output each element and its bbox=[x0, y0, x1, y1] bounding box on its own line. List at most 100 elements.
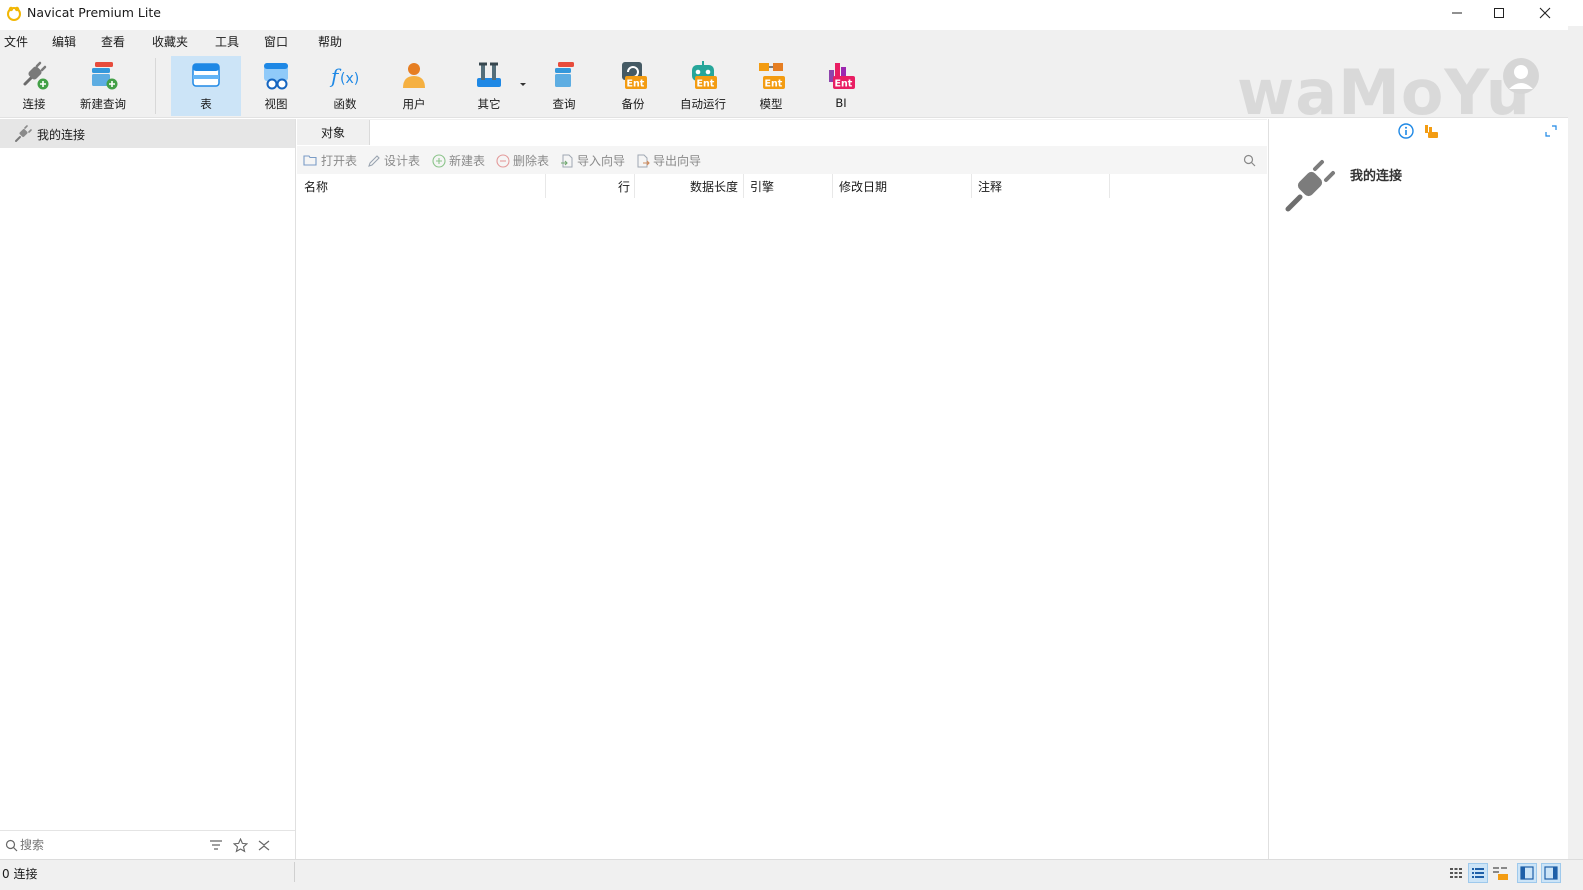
toggle-right-pane-button[interactable] bbox=[1541, 863, 1561, 883]
toolbar-view-button[interactable]: 视图 bbox=[249, 56, 303, 116]
toolbar-label: 备份 bbox=[621, 97, 645, 111]
status-bar: 0 连接 bbox=[0, 859, 1583, 890]
toolbar-user-button[interactable]: 用户 bbox=[387, 56, 441, 116]
right-pane-icon bbox=[1544, 866, 1558, 880]
tab-objects[interactable]: 对象 bbox=[297, 119, 369, 145]
toolbar-label: 函数 bbox=[333, 97, 357, 111]
open-table-label: 打开表 bbox=[321, 154, 358, 168]
new-table-label: 新建表 bbox=[449, 154, 486, 168]
minus-circle-icon bbox=[496, 153, 510, 168]
menu-favorites[interactable]: 收藏夹 bbox=[152, 33, 188, 50]
import-icon bbox=[561, 154, 573, 167]
toolbar-bi-button[interactable]: Ent BI bbox=[814, 56, 868, 116]
toolbar-table-button[interactable]: 表 bbox=[171, 56, 241, 116]
sidebar-search-bar bbox=[0, 830, 295, 859]
list-view-button[interactable] bbox=[1468, 863, 1488, 883]
tab-strip-empty bbox=[369, 120, 1267, 145]
info-panel: 我的连接 bbox=[1268, 119, 1568, 859]
plus-circle-icon bbox=[432, 153, 446, 168]
connection-plug-icon bbox=[1285, 160, 1335, 212]
column-divider bbox=[1109, 174, 1110, 198]
menu-help[interactable]: 帮助 bbox=[318, 33, 342, 50]
export-wizard-label: 导出向导 bbox=[653, 154, 702, 168]
star-icon[interactable] bbox=[233, 838, 248, 853]
column-divider bbox=[634, 174, 635, 198]
collapse-icon[interactable] bbox=[257, 839, 271, 851]
object-toolbar: 打开表 设计表 新建表 删除表 导入向导 导出向导 bbox=[297, 146, 1267, 174]
view-icon bbox=[264, 63, 288, 90]
toolbar-query-button[interactable]: 查询 bbox=[537, 56, 591, 116]
column-header-comment[interactable]: 注释 bbox=[978, 178, 1002, 195]
search-icon[interactable] bbox=[1243, 154, 1256, 167]
menu-tools[interactable]: 工具 bbox=[215, 33, 239, 50]
import-wizard-label: 导入向导 bbox=[577, 154, 626, 168]
right-edge-strip bbox=[1568, 26, 1583, 859]
object-pane: 对象 打开表 设计表 新建表 删除表 导入向导 导出向导 名称 行 数据长度 引… bbox=[297, 119, 1267, 859]
menu-view[interactable]: 查看 bbox=[101, 33, 125, 50]
toolbar-model-button[interactable]: Ent 模型 bbox=[744, 56, 798, 116]
menu-window[interactable]: 窗口 bbox=[264, 33, 288, 50]
dropdown-arrow-icon[interactable] bbox=[519, 82, 527, 87]
import-wizard-button[interactable]: 导入向导 bbox=[560, 152, 625, 169]
menu-edit[interactable]: 编辑 bbox=[52, 33, 76, 50]
account-avatar-icon[interactable] bbox=[1502, 57, 1540, 95]
main-toolbar: 连接 新建查询 表 视图 f (x) 函数 用户 其它 查询 Ent 备份 En… bbox=[0, 52, 1583, 129]
sidebar-item-label: 我的连接 bbox=[37, 128, 86, 142]
function-icon: f (x) bbox=[329, 64, 359, 88]
minimize-button[interactable] bbox=[1434, 0, 1480, 26]
ent-badge: Ent bbox=[835, 79, 853, 90]
toolbar-backup-button[interactable]: Ent 备份 bbox=[606, 56, 660, 116]
status-connection-count: 0 连接 bbox=[2, 867, 38, 881]
new-table-button[interactable]: 新建表 bbox=[432, 152, 485, 169]
menu-file[interactable]: 文件 bbox=[4, 33, 28, 50]
info-icon[interactable] bbox=[1398, 123, 1414, 139]
expand-icon[interactable] bbox=[1545, 125, 1557, 137]
new-query-icon bbox=[92, 62, 118, 90]
toolbar-label: 用户 bbox=[402, 97, 426, 111]
toggle-left-pane-button[interactable] bbox=[1517, 863, 1537, 883]
status-divider bbox=[294, 862, 295, 882]
toolbar-label: 查询 bbox=[552, 97, 576, 111]
toolbar-automation-button[interactable]: Ent 自动运行 bbox=[673, 56, 733, 116]
svg-text:(x): (x) bbox=[340, 71, 359, 87]
info-panel-title: 我的连接 bbox=[1350, 169, 1403, 184]
column-header-rows[interactable]: 行 bbox=[618, 178, 630, 195]
toolbar-function-button[interactable]: f (x) 函数 bbox=[318, 56, 372, 116]
toolbar-connection-button[interactable]: 连接 bbox=[8, 56, 60, 116]
column-divider bbox=[545, 174, 546, 198]
close-button[interactable] bbox=[1522, 0, 1568, 26]
connection-sidebar: 我的连接 bbox=[0, 119, 296, 859]
column-header-modified-date[interactable]: 修改日期 bbox=[839, 178, 887, 195]
design-table-button[interactable]: 设计表 bbox=[367, 152, 420, 169]
open-table-button[interactable]: 打开表 bbox=[303, 152, 357, 169]
navicat-logo-icon bbox=[7, 6, 21, 21]
toolbar-label: 连接 bbox=[22, 97, 46, 111]
column-header-data-length[interactable]: 数据长度 bbox=[690, 178, 738, 195]
toolbar-other-button[interactable]: 其它 bbox=[462, 56, 516, 116]
ent-badge: Ent bbox=[627, 79, 645, 90]
grid-view-icon[interactable] bbox=[1449, 866, 1463, 880]
sidebar-item-my-connections[interactable]: 我的连接 bbox=[0, 119, 295, 148]
ent-badge: Ent bbox=[697, 79, 715, 90]
pencil-icon bbox=[368, 154, 380, 167]
column-divider bbox=[971, 174, 972, 198]
filter-icon[interactable] bbox=[209, 839, 223, 851]
export-wizard-button[interactable]: 导出向导 bbox=[636, 152, 701, 169]
delete-table-label: 删除表 bbox=[513, 154, 550, 168]
toolbar-label: 新建查询 bbox=[80, 97, 126, 111]
design-table-label: 设计表 bbox=[384, 154, 421, 168]
automation-icon: Ent bbox=[692, 61, 717, 90]
user-icon bbox=[403, 63, 425, 88]
toolbar-new-query-button[interactable]: 新建查询 bbox=[74, 56, 132, 116]
column-header-name[interactable]: 名称 bbox=[304, 178, 328, 195]
table-header: 名称 行 数据长度 引擎 修改日期 注释 bbox=[297, 174, 1267, 198]
query-icon bbox=[555, 62, 574, 87]
delete-table-button[interactable]: 删除表 bbox=[496, 152, 549, 169]
toolbar-divider bbox=[155, 58, 156, 114]
column-header-engine[interactable]: 引擎 bbox=[750, 178, 774, 195]
tools-icon bbox=[477, 62, 501, 87]
ddl-icon[interactable] bbox=[1423, 123, 1439, 139]
sidebar-search-input[interactable] bbox=[20, 836, 190, 854]
maximize-button[interactable] bbox=[1476, 0, 1522, 26]
er-diagram-view-icon[interactable] bbox=[1492, 866, 1508, 880]
